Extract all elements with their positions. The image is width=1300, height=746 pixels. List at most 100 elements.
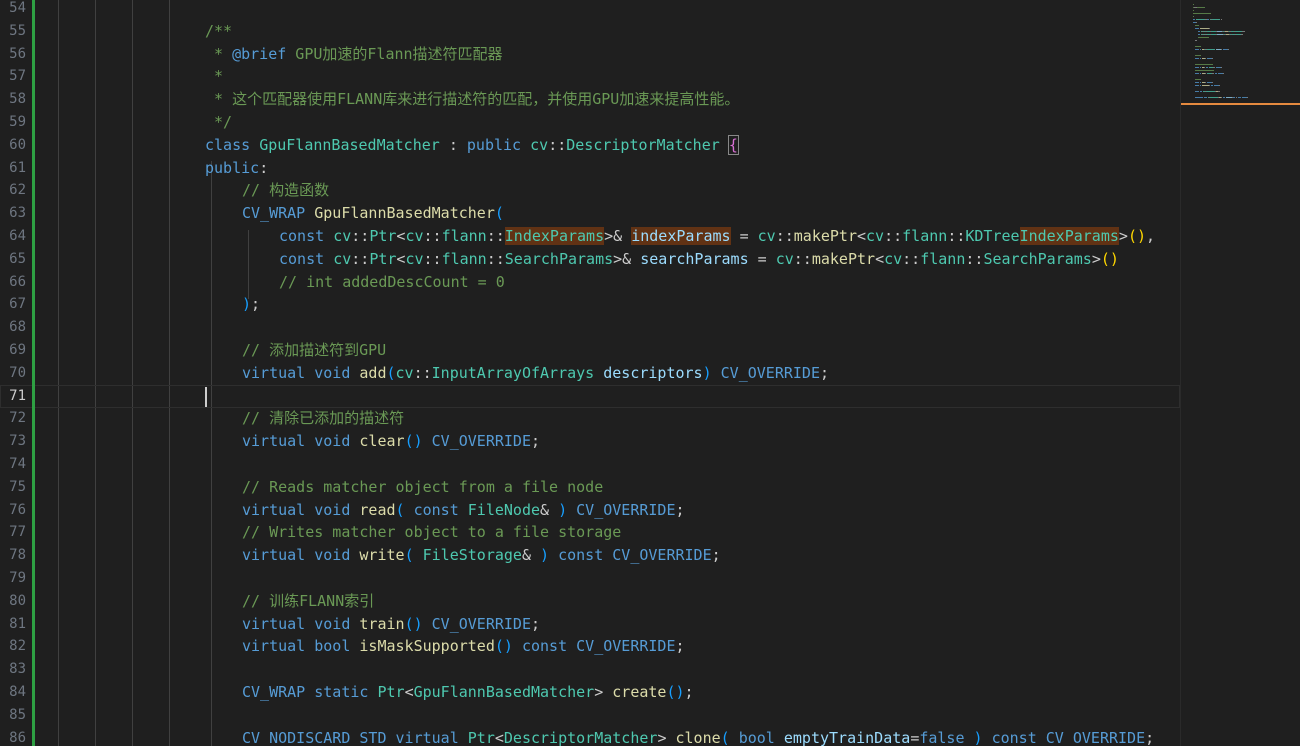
code-token: ::	[413, 363, 432, 382]
code-token: CV_NODISCARD_STD	[242, 728, 387, 746]
code-token: )	[558, 500, 568, 519]
code-line[interactable]: 80 // 训练FLANN索引	[0, 590, 1180, 613]
code-token: cv	[405, 227, 424, 245]
line-code: // 添加描述符到GPU	[242, 339, 386, 362]
code-line[interactable]: 56 * @brief GPU加速的Flann描述符匹配器	[0, 43, 1180, 66]
line-code: virtual void add(cv::InputArrayOfArrays …	[242, 362, 829, 385]
code-token: >	[594, 683, 613, 701]
code-token: Ptr	[369, 249, 397, 268]
code-line[interactable]: 84 CV_WRAP static Ptr<GpuFlannBasedMatche…	[0, 681, 1180, 704]
code-token: virtual	[395, 728, 459, 746]
code-token: )	[540, 546, 550, 565]
code-line[interactable]: 76 virtual void read( const FileNode& ) C…	[0, 499, 1180, 522]
code-token: */	[205, 113, 233, 131]
line-number: 67	[9, 296, 26, 313]
code-token: ()	[666, 683, 685, 701]
minimap-stroke	[1236, 97, 1238, 98]
minimap-stroke	[1195, 28, 1199, 29]
code-line[interactable]: 58 * 这个匹配器使用FLANN库来进行描述符的匹配，并使用GPU加速来提高性…	[0, 88, 1180, 111]
code-line[interactable]: 61 public:	[0, 157, 1180, 180]
code-token: const	[558, 546, 604, 565]
code-line[interactable]: 57 *	[0, 65, 1180, 88]
code-token: clear	[359, 432, 405, 451]
code-line[interactable]: 77 // Writes matcher object to a file sto…	[0, 521, 1180, 544]
minimap[interactable]	[1180, 0, 1300, 746]
code-token: =	[910, 728, 920, 746]
code-line[interactable]: 67);	[0, 293, 1180, 316]
line-code: virtual void clear() CV_OVERRIDE;	[242, 430, 540, 453]
code-token: )	[702, 363, 712, 382]
code-token: ::	[486, 227, 505, 245]
line-code: CV_NODISCARD_STD virtual Ptr<DescriptorM…	[242, 727, 1154, 746]
minimap-stroke	[1208, 28, 1210, 29]
code-token: ()	[1127, 227, 1146, 245]
code-line[interactable]: 68	[0, 316, 1180, 339]
code-line[interactable]: 66 // int addedDescCount = 0	[0, 271, 1180, 294]
code-line[interactable]: 54	[0, 0, 1180, 20]
code-token: // 清除已添加的描述符	[242, 409, 405, 428]
code-line[interactable]: 86 CV_NODISCARD_STD virtual Ptr<Descripto…	[0, 727, 1180, 746]
code-line[interactable]: 78 virtual void write( FileStorage& ) con…	[0, 544, 1180, 567]
code-line[interactable]: 70 virtual void add(cv::InputArrayOfArray…	[0, 362, 1180, 385]
line-number: 65	[9, 250, 26, 267]
line-number: 72	[9, 410, 26, 427]
code-token: virtual	[242, 500, 306, 519]
code-line[interactable]: 63 CV_WRAP GpuFlannBasedMatcher(	[0, 202, 1180, 225]
code-line[interactable]: 64 const cv::Ptr<cv::flann::IndexParams>&…	[0, 225, 1180, 248]
code-line[interactable]: 60 class GpuFlannBasedMatcher : public cv…	[0, 134, 1180, 157]
code-token: isMaskSupported	[359, 637, 495, 656]
code-token: ;	[711, 546, 721, 565]
code-token: <	[404, 683, 414, 701]
line-number: 57	[9, 68, 26, 85]
code-line[interactable]: 71	[0, 384, 1180, 408]
code-line[interactable]: 73 virtual void clear() CV_OVERRIDE;	[0, 430, 1180, 453]
minimap-stroke	[1221, 97, 1222, 98]
minimap-stroke	[1206, 49, 1215, 50]
code-token: const	[413, 500, 459, 519]
code-line[interactable]: 85	[0, 704, 1180, 727]
code-token: public	[466, 135, 522, 154]
code-token: create	[612, 683, 667, 701]
code-line[interactable]: 69 // 添加描述符到GPU	[0, 339, 1180, 362]
code-line[interactable]: 75 // Reads matcher object from a file no…	[0, 476, 1180, 499]
code-line[interactable]: 82 virtual bool isMaskSupported() const C…	[0, 635, 1180, 658]
code-line[interactable]: 65 const cv::Ptr<cv::flann::SearchParams>…	[0, 248, 1180, 271]
code-token: ()	[404, 432, 423, 451]
code-token: flann	[441, 249, 487, 268]
code-line[interactable]: 83	[0, 658, 1180, 681]
line-number: 56	[9, 45, 26, 62]
code-token: indexParams	[631, 227, 731, 245]
code-token: SearchParams	[504, 249, 614, 268]
code-line[interactable]: 81 virtual void train() CV_OVERRIDE;	[0, 613, 1180, 636]
minimap-cursor	[1181, 103, 1300, 105]
code-token: emptyTrainData	[783, 728, 911, 746]
line-number: 80	[9, 592, 26, 609]
code-token: DescriptorMatcher	[503, 728, 658, 746]
minimap-stroke	[1195, 85, 1199, 86]
code-line[interactable]: 55 /**	[0, 20, 1180, 43]
code-line[interactable]: 59 */	[0, 111, 1180, 134]
code-token: ::	[548, 135, 567, 154]
code-line[interactable]: 74	[0, 453, 1180, 476]
code-line[interactable]: 79	[0, 567, 1180, 590]
code-token: InputArrayOfArrays	[431, 363, 595, 382]
minimap-stroke	[1211, 58, 1213, 59]
code-editor[interactable]: 54 55/** 56 * @brief GPU加速的Flann描述符匹配器 57 *…	[0, 0, 1180, 746]
code-line[interactable]: 72 // 清除已添加的描述符	[0, 407, 1180, 430]
minimap-stroke	[1222, 73, 1224, 74]
line-number: 59	[9, 114, 26, 130]
minimap-stroke	[1193, 19, 1196, 20]
git-added-indicator	[32, 0, 35, 746]
minimap-stroke	[1220, 19, 1222, 20]
minimap-stroke	[1199, 49, 1202, 50]
code-token: *	[205, 44, 233, 63]
code-token: )	[242, 295, 252, 314]
code-line[interactable]: 62 // 构造函数	[0, 179, 1180, 202]
